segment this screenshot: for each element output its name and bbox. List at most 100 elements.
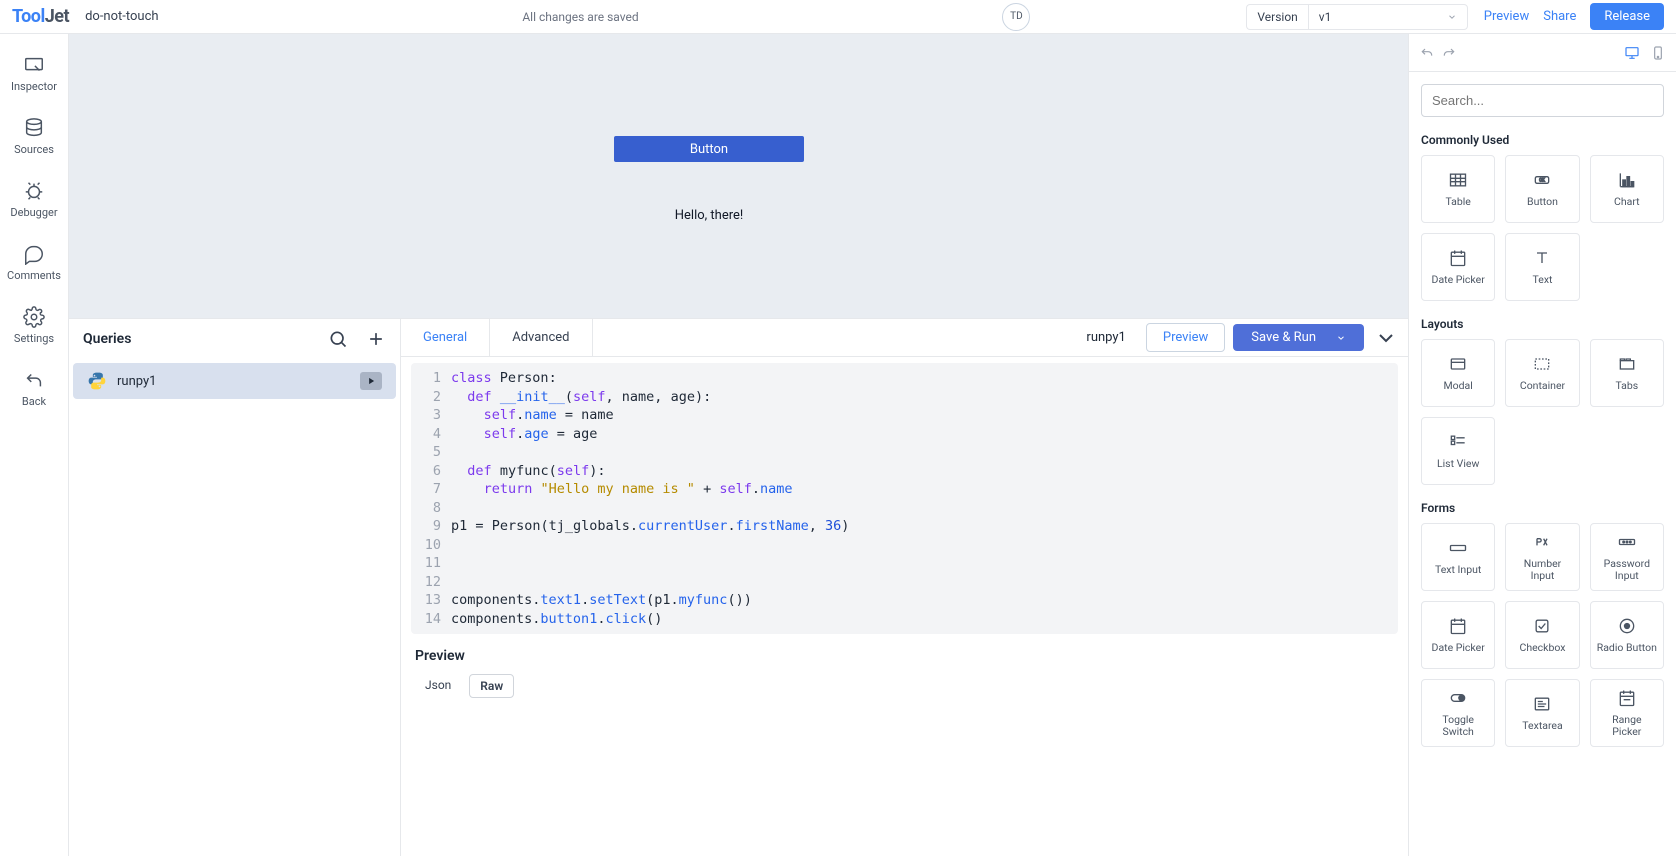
components-panel: Commonly Used Table OK Button Chart Date…: [1408, 34, 1676, 856]
modal-icon: [1448, 354, 1468, 374]
component-text[interactable]: Text: [1505, 233, 1579, 301]
component-search-input[interactable]: [1421, 84, 1664, 117]
radio-icon: [1617, 616, 1637, 636]
checkbox-icon: [1532, 616, 1552, 636]
code-line[interactable]: 1class Person:: [411, 369, 1398, 388]
collapse-panel-icon[interactable]: [1374, 326, 1398, 350]
logo[interactable]: ToolJet: [12, 6, 69, 27]
section-forms: Forms: [1409, 497, 1676, 523]
button-icon: OK: [1532, 170, 1552, 190]
component-passwordinput[interactable]: Password Input: [1590, 523, 1664, 591]
component-listview[interactable]: List View: [1421, 417, 1495, 485]
canvas-button-component[interactable]: Button: [614, 136, 804, 162]
code-editor[interactable]: 1class Person:2 def __init__(self, name,…: [411, 363, 1398, 634]
queries-title: Queries: [83, 331, 131, 347]
version-select[interactable]: v1: [1308, 4, 1468, 30]
save-run-button[interactable]: Save & Run: [1233, 324, 1364, 351]
user-avatar[interactable]: TD: [1002, 3, 1030, 31]
tab-general[interactable]: General: [401, 319, 490, 356]
rail-comments[interactable]: Comments: [0, 233, 68, 292]
app-name[interactable]: do-not-touch: [85, 9, 158, 24]
save-status: All changes are saved: [175, 10, 987, 24]
run-query-icon[interactable]: [360, 372, 382, 390]
code-line[interactable]: 12: [411, 573, 1398, 592]
gear-icon: [23, 306, 45, 328]
component-datepicker[interactable]: Date Picker: [1421, 233, 1495, 301]
rail-sources[interactable]: Sources: [0, 107, 68, 166]
code-line[interactable]: 7 return "Hello my name is " + self.name: [411, 480, 1398, 499]
preview-tab-raw[interactable]: Raw: [469, 674, 514, 698]
code-line[interactable]: 3 self.name = name: [411, 406, 1398, 425]
rail-back[interactable]: Back: [0, 359, 68, 418]
section-commonly-used: Commonly Used: [1409, 129, 1676, 155]
code-line[interactable]: 10: [411, 536, 1398, 555]
code-line[interactable]: 6 def myfunc(self):: [411, 462, 1398, 481]
canvas-text-component[interactable]: Hello, there!: [614, 208, 804, 223]
component-tabs[interactable]: Tabs: [1590, 339, 1664, 407]
list-icon: [1448, 432, 1468, 452]
component-numberinput[interactable]: Number Input: [1505, 523, 1579, 591]
rail-inspector[interactable]: Inspector: [0, 44, 68, 103]
version-label: Version: [1246, 4, 1307, 30]
component-chart[interactable]: Chart: [1590, 155, 1664, 223]
chevron-down-icon: [1447, 12, 1457, 22]
toggle-icon: [1448, 688, 1468, 708]
chart-icon: [1617, 170, 1637, 190]
canvas[interactable]: Button Hello, there!: [69, 34, 1408, 318]
component-datepicker2[interactable]: Date Picker: [1421, 601, 1495, 669]
component-textinput[interactable]: Text Input: [1421, 523, 1495, 591]
database-icon: [23, 117, 45, 139]
search-icon[interactable]: [328, 329, 348, 349]
tabs-icon: [1617, 354, 1637, 374]
chevron-down-icon: [1336, 333, 1346, 343]
current-query-name[interactable]: runpy1: [1086, 330, 1125, 345]
text-icon: [1532, 248, 1552, 268]
query-item-runpy1[interactable]: runpy1: [73, 363, 396, 399]
share-link[interactable]: Share: [1543, 9, 1576, 24]
calendar-icon: [1448, 248, 1468, 268]
undo-icon[interactable]: [1419, 45, 1435, 61]
code-line[interactable]: 14components.button1.click(): [411, 610, 1398, 629]
desktop-view-icon[interactable]: [1624, 45, 1640, 61]
redo-icon[interactable]: [1441, 45, 1457, 61]
tab-advanced[interactable]: Advanced: [490, 319, 592, 356]
query-item-name: runpy1: [117, 374, 350, 389]
bug-icon: [23, 180, 45, 202]
mobile-view-icon[interactable]: [1650, 45, 1666, 61]
component-container[interactable]: Container: [1505, 339, 1579, 407]
component-rangepicker[interactable]: Range Picker: [1590, 679, 1664, 747]
rail-settings[interactable]: Settings: [0, 296, 68, 355]
query-tabs: General Advanced runpy1 Preview Save & R…: [401, 319, 1408, 357]
component-radiobutton[interactable]: Radio Button: [1590, 601, 1664, 669]
code-line[interactable]: 11: [411, 554, 1398, 573]
code-line[interactable]: 13components.text1.setText(p1.myfunc()): [411, 591, 1398, 610]
version-value: v1: [1319, 10, 1332, 24]
app-header: ToolJet do-not-touch All changes are sav…: [0, 0, 1676, 34]
rangepicker-icon: [1617, 688, 1637, 708]
code-line[interactable]: 5: [411, 443, 1398, 462]
preview-section-title: Preview: [415, 648, 1394, 664]
back-icon: [23, 369, 45, 391]
preview-link[interactable]: Preview: [1484, 9, 1529, 24]
component-button[interactable]: OK Button: [1505, 155, 1579, 223]
query-preview-button[interactable]: Preview: [1146, 323, 1225, 352]
left-rail: Inspector Sources Debugger Comments Sett…: [0, 34, 69, 856]
table-icon: [1448, 170, 1468, 190]
svg-text:OK: OK: [1540, 179, 1546, 184]
queries-sidebar: Queries runpy1: [69, 319, 401, 856]
add-query-icon[interactable]: [366, 329, 386, 349]
component-modal[interactable]: Modal: [1421, 339, 1495, 407]
calendar-icon: [1448, 616, 1468, 636]
textarea-icon: [1532, 694, 1552, 714]
code-line[interactable]: 8: [411, 499, 1398, 518]
rail-debugger[interactable]: Debugger: [0, 170, 68, 229]
code-line[interactable]: 4 self.age = age: [411, 425, 1398, 444]
component-checkbox[interactable]: Checkbox: [1505, 601, 1579, 669]
component-textarea[interactable]: Textarea: [1505, 679, 1579, 747]
component-table[interactable]: Table: [1421, 155, 1495, 223]
code-line[interactable]: 9p1 = Person(tj_globals.currentUser.firs…: [411, 517, 1398, 536]
component-toggleswitch[interactable]: Toggle Switch: [1421, 679, 1495, 747]
preview-tab-json[interactable]: Json: [415, 674, 461, 698]
code-line[interactable]: 2 def __init__(self, name, age):: [411, 388, 1398, 407]
release-button[interactable]: Release: [1590, 3, 1664, 30]
